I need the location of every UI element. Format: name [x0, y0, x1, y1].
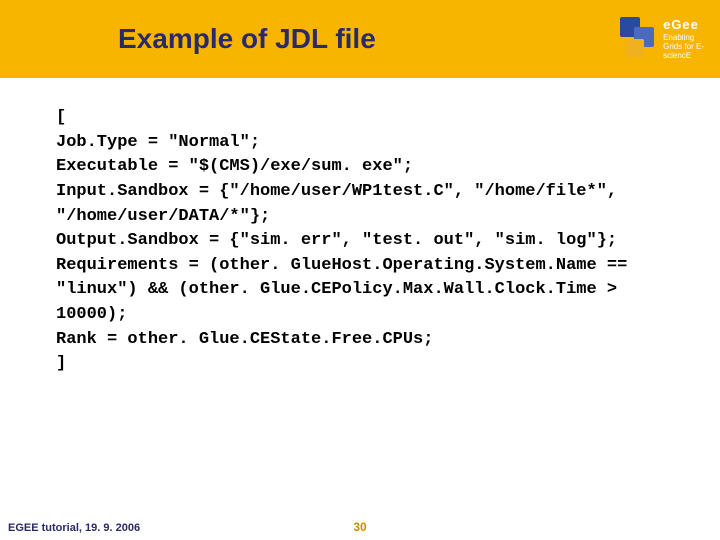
code-line: Job.Type = "Normal";	[56, 131, 664, 156]
logo-icon	[620, 17, 659, 61]
code-line: Requirements = (other. GlueHost.Operatin…	[56, 254, 664, 328]
logo-text: eGee Enabling Grids for E-sciencE	[663, 18, 710, 61]
footer-left-text: EGEE tutorial, 19. 9. 2006	[8, 522, 140, 534]
egee-logo: eGee Enabling Grids for E-sciencE	[620, 4, 710, 74]
logo-tagline: Enabling Grids for E-sciencE	[663, 34, 710, 60]
code-line: Output.Sandbox = {"sim. err", "test. out…	[56, 229, 664, 254]
code-block: [ Job.Type = "Normal"; Executable = "$(C…	[0, 78, 720, 377]
slide-header: Example of JDL file eGee Enabling Grids …	[0, 0, 720, 78]
code-line: Input.Sandbox = {"/home/user/WP1test.C",…	[56, 180, 664, 229]
code-line: Rank = other. Glue.CEState.Free.CPUs;	[56, 328, 664, 353]
code-line: Executable = "$(CMS)/exe/sum. exe";	[56, 155, 664, 180]
slide-title: Example of JDL file	[118, 23, 376, 55]
logo-brand: eGee	[663, 18, 710, 32]
slide-number: 30	[353, 520, 366, 534]
code-line: [	[56, 106, 664, 131]
code-line: ]	[56, 352, 664, 377]
